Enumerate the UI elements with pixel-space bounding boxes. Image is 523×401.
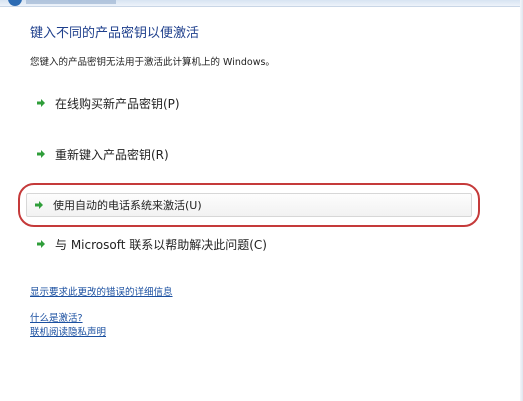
contact-microsoft-option[interactable]: 与 Microsoft 联系以帮助解决此问题(C) bbox=[36, 233, 267, 255]
page-description: 您键入的产品密钥无法用于激活此计算机上的 Windows。 bbox=[30, 57, 275, 68]
activation-window: 键入不同的产品密钥以便激活 您键入的产品密钥无法用于激活此计算机上的 Windo… bbox=[0, 0, 523, 401]
buy-product-key-option[interactable]: 在线购买新产品密钥(P) bbox=[36, 92, 180, 114]
green-arrow-icon bbox=[34, 200, 44, 210]
title-bar bbox=[0, 0, 523, 7]
privacy-statement-link[interactable]: 联机阅读隐私声明 bbox=[30, 324, 106, 338]
title-bar-text-fragment bbox=[26, 0, 116, 4]
option-label: 使用自动的电话系统来激活(U) bbox=[53, 199, 202, 212]
page-heading: 键入不同的产品密钥以便激活 bbox=[30, 26, 200, 41]
green-arrow-icon bbox=[36, 239, 46, 249]
what-is-activation-link[interactable]: 什么是激活? bbox=[30, 310, 83, 324]
option-label: 重新键入产品密钥(R) bbox=[55, 147, 169, 162]
option-content: 使用自动的电话系统来激活(U) bbox=[34, 197, 202, 213]
phone-activation-option[interactable]: 使用自动的电话系统来激活(U) bbox=[18, 183, 480, 227]
option-label: 与 Microsoft 联系以帮助解决此问题(C) bbox=[55, 237, 267, 252]
windows-orb-icon bbox=[8, 0, 22, 6]
option-label: 在线购买新产品密钥(P) bbox=[55, 96, 180, 111]
green-arrow-icon bbox=[36, 149, 46, 159]
retype-product-key-option[interactable]: 重新键入产品密钥(R) bbox=[36, 143, 169, 165]
green-arrow-icon bbox=[36, 98, 46, 108]
error-details-link[interactable]: 显示要求此更改的错误的详细信息 bbox=[30, 284, 173, 298]
